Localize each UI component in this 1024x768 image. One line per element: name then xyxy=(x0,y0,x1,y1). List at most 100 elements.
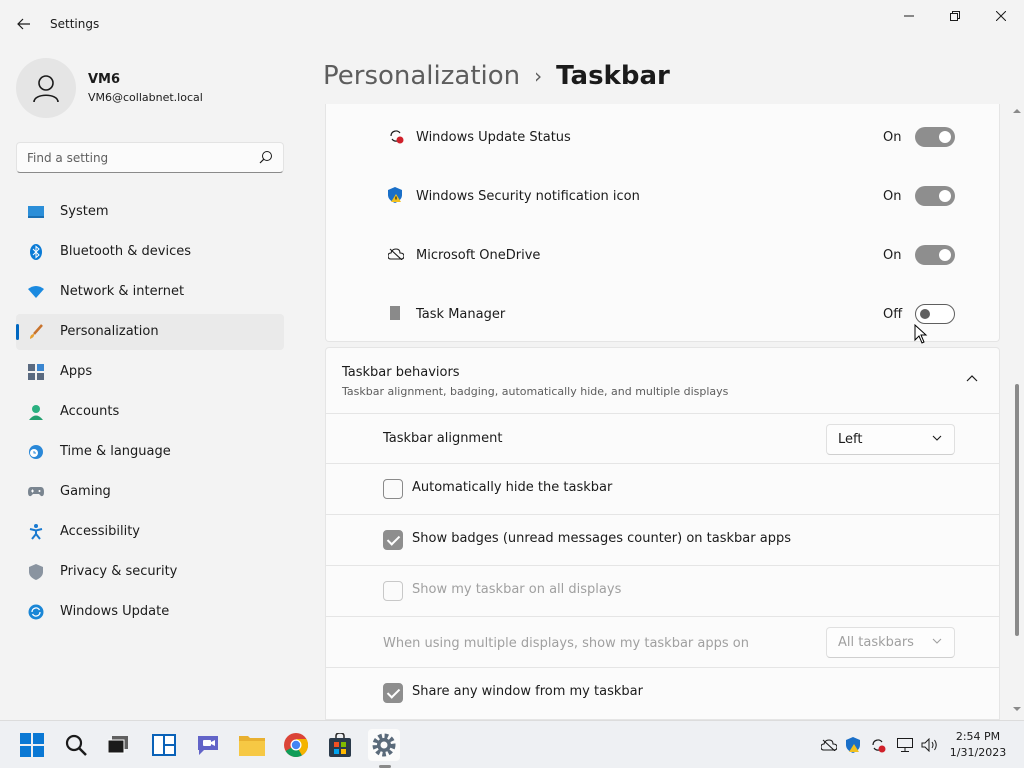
widgets-icon xyxy=(152,734,176,756)
taskbar-alignment-row: Taskbar alignment Left xyxy=(325,414,1000,464)
task-view-button[interactable] xyxy=(102,729,134,761)
sidebar-item-windows-update[interactable]: Windows Update xyxy=(16,594,284,630)
back-arrow-icon xyxy=(17,18,30,30)
sidebar-item-label: Privacy & security xyxy=(60,564,178,579)
all-displays-row: Show my taskbar on all displays xyxy=(325,566,1000,617)
tray-row-update-status: Windows Update Status On xyxy=(326,106,999,165)
title-bar: Settings xyxy=(0,0,1024,48)
toggle-knob xyxy=(939,190,951,202)
chevron-down-icon xyxy=(932,638,942,644)
file-explorer-button[interactable] xyxy=(236,729,268,761)
sidebar-item-personalization[interactable]: Personalization xyxy=(16,314,284,350)
teams-chat-button[interactable] xyxy=(192,729,224,761)
security-tray-icon[interactable] xyxy=(846,737,862,753)
file-explorer-icon xyxy=(239,736,265,756)
update-status-tray-icon[interactable] xyxy=(870,737,886,753)
task-view-icon xyxy=(108,736,128,754)
tray-row-onedrive: Microsoft OneDrive On xyxy=(326,224,999,283)
sidebar-item-time-language[interactable]: Time & language xyxy=(16,434,284,470)
scroll-down-arrow-icon[interactable] xyxy=(1013,706,1021,712)
scroll-up-arrow-icon[interactable] xyxy=(1013,108,1021,114)
toggle-switch[interactable] xyxy=(915,127,955,147)
badges-checkbox[interactable] xyxy=(383,530,403,550)
section-title: Taskbar behaviors xyxy=(342,365,460,380)
taskbar-clock[interactable]: 2:54 PM 1/31/2023 xyxy=(944,729,1012,761)
sidebar-item-system[interactable]: System xyxy=(16,194,284,230)
search-icon xyxy=(259,151,272,164)
auto-hide-label[interactable]: Automatically hide the taskbar xyxy=(412,480,612,495)
sidebar-item-accounts[interactable]: Accounts xyxy=(16,394,284,430)
tray-row-task-manager: Task Manager Off xyxy=(326,283,999,342)
close-button[interactable] xyxy=(978,0,1024,32)
toggle-switch[interactable] xyxy=(915,245,955,265)
breadcrumb-separator: › xyxy=(534,64,543,88)
tray-item-label: Windows Update Status xyxy=(416,130,571,145)
clock-globe-icon xyxy=(28,444,44,460)
toggle-knob xyxy=(920,309,930,319)
update-status-icon xyxy=(388,128,404,144)
toggle-switch[interactable] xyxy=(915,186,955,206)
sidebar-item-accessibility[interactable]: Accessibility xyxy=(16,514,284,550)
sidebar-item-privacy[interactable]: Privacy & security xyxy=(16,554,284,590)
share-window-checkbox[interactable] xyxy=(383,683,403,703)
sidebar-item-gaming[interactable]: Gaming xyxy=(16,474,284,510)
chrome-button[interactable] xyxy=(280,729,312,761)
onedrive-tray-icon[interactable] xyxy=(821,737,837,753)
sidebar-item-network[interactable]: Network & internet xyxy=(16,274,284,310)
monitor-icon xyxy=(28,204,44,220)
sidebar-item-apps[interactable]: Apps xyxy=(16,354,284,390)
sidebar-item-label: Apps xyxy=(60,364,93,379)
gamepad-icon xyxy=(28,484,44,500)
volume-tray-icon[interactable] xyxy=(921,737,937,753)
share-window-label[interactable]: Share any window from my taskbar xyxy=(412,684,643,699)
tray-item-label: Task Manager xyxy=(416,307,506,322)
toggle-switch[interactable] xyxy=(915,304,955,324)
back-button[interactable] xyxy=(10,10,38,38)
taskbar-behaviors-header[interactable]: Taskbar behaviors Taskbar alignment, bad… xyxy=(325,347,1000,414)
user-profile[interactable]: VM6 VM6@collabnet.local xyxy=(16,58,286,118)
store-button[interactable] xyxy=(324,729,356,761)
settings-taskbar-button[interactable] xyxy=(368,729,400,761)
taskbar-alignment-dropdown[interactable]: Left xyxy=(826,424,955,455)
search-input[interactable] xyxy=(27,149,247,167)
search-box[interactable] xyxy=(16,142,284,173)
chrome-icon xyxy=(284,733,308,757)
scrollbar-thumb[interactable] xyxy=(1015,384,1019,636)
auto-hide-row: Automatically hide the taskbar xyxy=(325,464,1000,515)
badges-label[interactable]: Show badges (unread messages counter) on… xyxy=(412,531,791,546)
minimize-icon xyxy=(904,15,914,17)
bluetooth-icon xyxy=(28,244,44,260)
auto-hide-checkbox[interactable] xyxy=(383,479,403,499)
task-manager-icon xyxy=(388,305,404,321)
toggle-state: On xyxy=(883,248,902,263)
tray-item-label: Microsoft OneDrive xyxy=(416,248,541,263)
app-title: Settings xyxy=(50,17,100,31)
settings-window: Settings VM6 VM6@collabnet.local System … xyxy=(0,0,1024,720)
maximize-button[interactable] xyxy=(932,0,978,32)
sidebar-item-label: System xyxy=(60,204,109,219)
user-name: VM6 xyxy=(88,72,121,87)
wifi-icon xyxy=(28,284,44,300)
mouse-cursor-icon xyxy=(914,324,928,344)
dropdown-value: All taskbars xyxy=(838,635,914,650)
multi-display-dropdown[interactable]: All taskbars xyxy=(826,627,955,658)
settings-icon xyxy=(372,733,396,757)
multi-display-row: When using multiple displays, show my ta… xyxy=(325,617,1000,668)
sidebar-item-bluetooth[interactable]: Bluetooth & devices xyxy=(16,234,284,270)
widgets-button[interactable] xyxy=(148,729,180,761)
breadcrumb-parent[interactable]: Personalization xyxy=(323,61,520,91)
start-icon xyxy=(20,733,44,757)
chevron-up-icon[interactable] xyxy=(966,374,978,382)
brush-icon xyxy=(28,324,44,340)
update-icon xyxy=(28,604,44,620)
accessibility-icon xyxy=(28,524,44,540)
taskbar-alignment-label: Taskbar alignment xyxy=(383,431,503,446)
all-displays-label: Show my taskbar on all displays xyxy=(412,582,622,597)
start-button[interactable] xyxy=(16,729,48,761)
network-tray-icon[interactable] xyxy=(897,737,913,753)
chevron-down-icon xyxy=(932,435,942,441)
all-displays-checkbox[interactable] xyxy=(383,581,403,601)
minimize-button[interactable] xyxy=(886,0,932,32)
teams-chat-icon xyxy=(198,736,218,755)
taskbar-search-button[interactable] xyxy=(60,729,92,761)
